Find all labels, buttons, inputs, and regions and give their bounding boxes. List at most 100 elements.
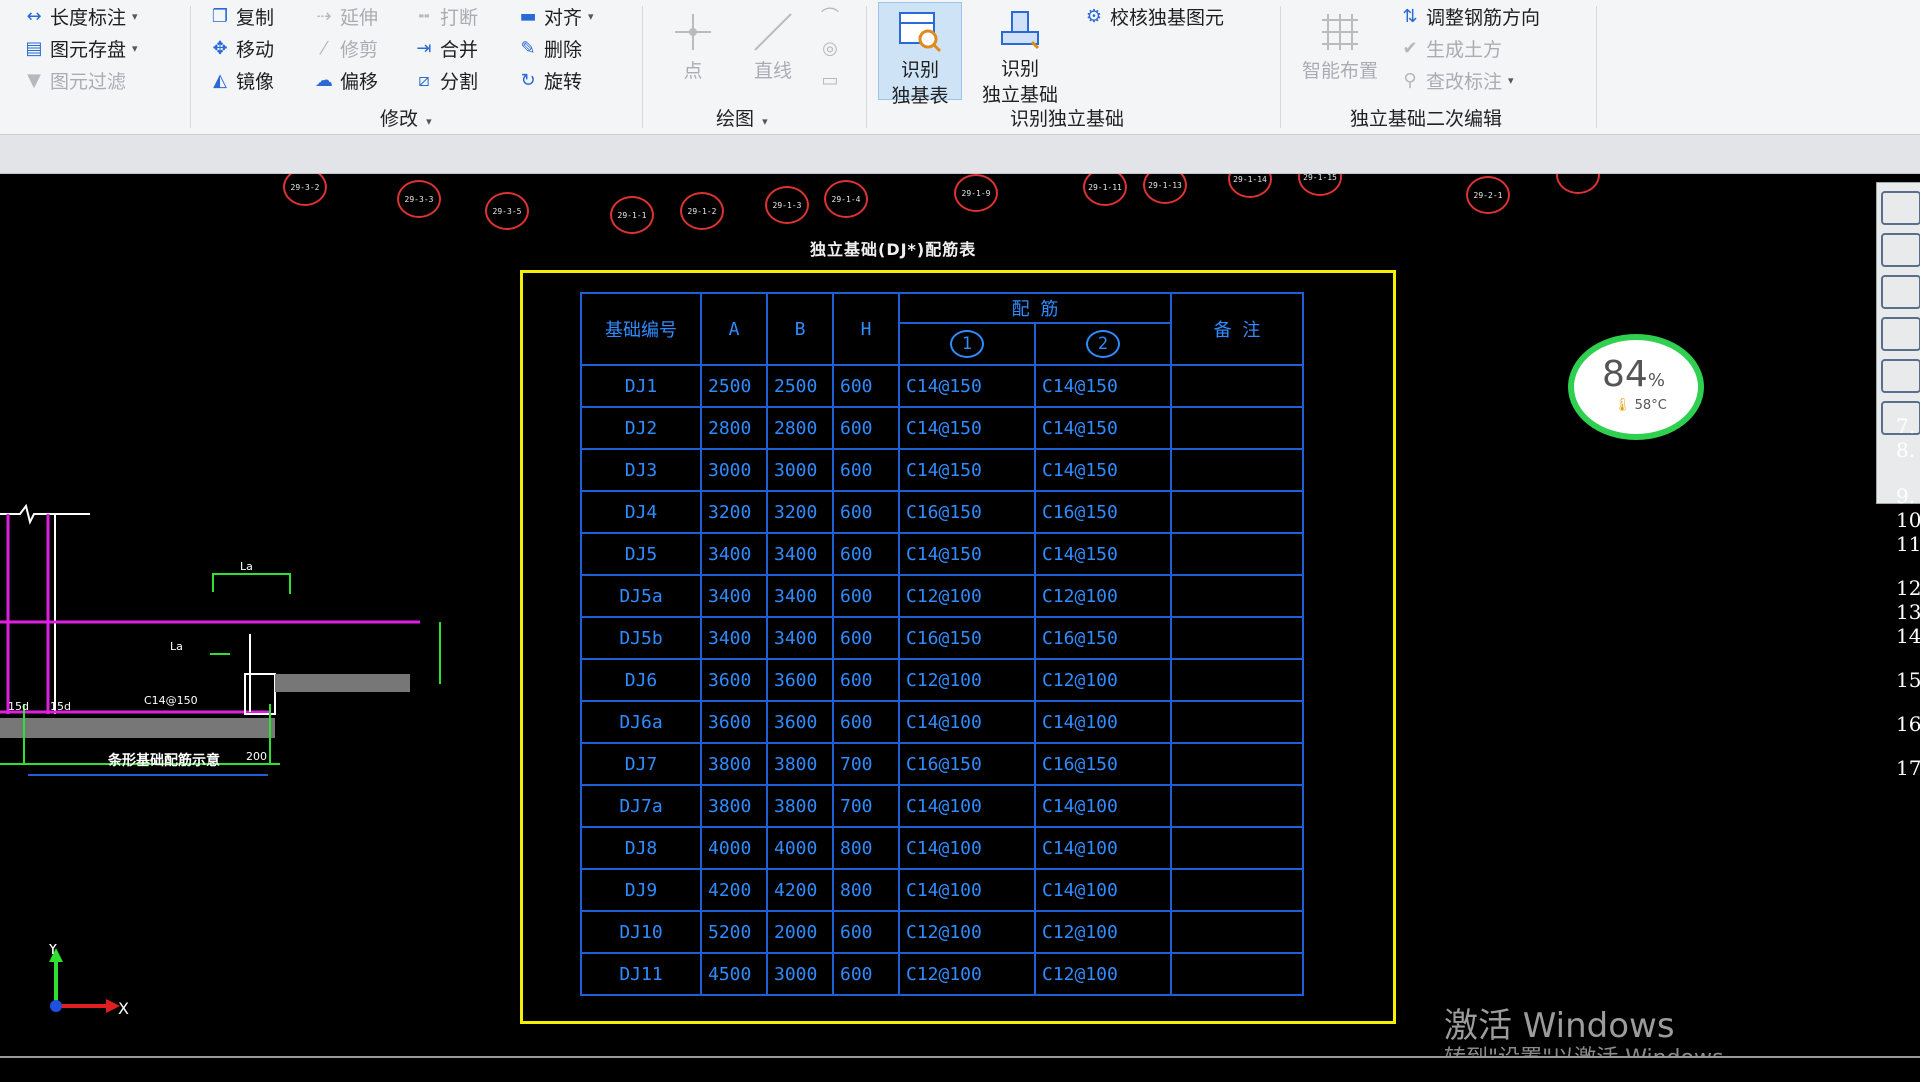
line-button[interactable]: 直线 xyxy=(740,4,806,84)
table-row[interactable]: DJ6a 3600 3600 600 C14@100 C14@100 xyxy=(580,700,1304,744)
box-view-icon[interactable] xyxy=(1881,317,1920,351)
axis-bubble: 29-2-1 xyxy=(1466,176,1510,214)
detail-underline xyxy=(28,774,268,776)
table-row[interactable]: DJ6 3600 3600 600 C12@100 C12@100 xyxy=(580,658,1304,702)
earthwork-icon: ✔ xyxy=(1402,37,1418,59)
top-view-icon[interactable] xyxy=(1881,275,1920,309)
merge-button[interactable]: ⇥ 合并 xyxy=(412,34,478,62)
table-cell-name: DJ5b xyxy=(580,616,702,660)
element-filter-button[interactable]: ▼ 图元过滤 xyxy=(22,66,126,94)
recognize-table-button[interactable]: 识别 独基表 xyxy=(878,2,962,107)
extend-button[interactable]: ⇢ 延伸 xyxy=(312,2,378,30)
table-row[interactable]: DJ10 5200 2000 600 C12@100 C12@100 xyxy=(580,910,1304,954)
table-row[interactable]: DJ9 4200 4200 800 C14@100 C14@100 xyxy=(580,868,1304,912)
table-cell-name: DJ5 xyxy=(580,532,702,576)
header-rebar-1: 1 xyxy=(898,322,1036,366)
table-row[interactable]: DJ3 3000 3000 600 C14@150 C14@150 xyxy=(580,448,1304,492)
table-cell-note xyxy=(1170,364,1304,408)
adjust-rebar-button[interactable]: ⇅ 调整钢筋方向 xyxy=(1398,2,1540,30)
offset-button[interactable]: ☁ 偏移 xyxy=(312,66,378,94)
cpu-usage-gauge[interactable]: 84% 🌡 58°C xyxy=(1568,334,1704,440)
offset-icon: ☁ xyxy=(315,69,333,91)
rotate-view-icon[interactable] xyxy=(1881,359,1920,393)
table-cell-note xyxy=(1170,574,1304,618)
rotate-button[interactable]: ↻ 旋转 xyxy=(516,66,582,94)
foundation-rebar-table[interactable]: 基础编号 A B H 配 筋 备 注 1 2 DJ1 2500 2500 600 C14… xyxy=(580,292,1304,996)
table-cell-r2: C14@100 xyxy=(1034,784,1172,828)
cad-canvas[interactable]: 29-3-2 29-3-3 29-3-5 29-1-1 29-1-2 29-1-… xyxy=(0,174,1920,1056)
table-cell-a: 4500 xyxy=(700,952,768,996)
element-save-button[interactable]: ▤ 图元存盘 ▾ xyxy=(22,34,137,62)
table-row[interactable]: DJ4 3200 3200 600 C16@150 C16@150 xyxy=(580,490,1304,534)
table-row[interactable]: DJ8 4000 4000 800 C14@100 C14@100 xyxy=(580,826,1304,870)
table-cell-b: 3800 xyxy=(766,784,834,828)
recognize-foundation-button[interactable]: 识别 独立基础 xyxy=(972,2,1068,108)
table-cell-name: DJ5a xyxy=(580,574,702,618)
check-foundation-button[interactable]: ⚙ 校核独基图元 xyxy=(1082,2,1224,30)
point-button[interactable]: 点 xyxy=(660,4,726,84)
row-number: 14. xyxy=(1896,624,1920,648)
copy-button[interactable]: ❐ 复制 xyxy=(208,2,274,30)
status-bar xyxy=(0,1056,1920,1082)
table-cell-b: 3400 xyxy=(766,616,834,660)
header-a: A xyxy=(700,292,768,366)
generate-earthwork-button[interactable]: ✔ 生成土方 xyxy=(1398,34,1502,62)
table-row[interactable]: DJ2 2800 2800 600 C14@150 C14@150 xyxy=(580,406,1304,450)
3d-view-icon[interactable] xyxy=(1881,233,1920,267)
rebar-label: C14@150 xyxy=(144,694,198,707)
rectangle-button[interactable]: ▭ xyxy=(818,66,842,94)
axis-bubble: 29-1-9 xyxy=(954,174,998,212)
table-cell-r2: C12@100 xyxy=(1034,658,1172,702)
break-button[interactable]: ╍ 打断 xyxy=(412,2,478,30)
table-cell-a: 4000 xyxy=(700,826,768,870)
align-button[interactable]: ▬ 对齐 ▾ xyxy=(516,2,593,30)
table-row[interactable]: DJ11 4500 3000 600 C12@100 C12@100 xyxy=(580,952,1304,996)
merge-icon: ⇥ xyxy=(416,37,432,59)
table-cell-b: 3000 xyxy=(766,448,834,492)
mirror-button[interactable]: ◭ 镜像 xyxy=(208,66,274,94)
table-cell-name: DJ6 xyxy=(580,658,702,702)
edit-annotation-button[interactable]: ⚲ 查改标注 ▾ xyxy=(1398,66,1513,94)
y-axis-label: Y xyxy=(47,944,58,958)
table-cell-b: 3600 xyxy=(766,658,834,702)
circle-button[interactable]: ◎ xyxy=(818,34,842,62)
activation-watermark-sub: 转到"设置"以激活 Windows。 xyxy=(1444,1040,1745,1056)
table-row[interactable]: DJ5b 3400 3400 600 C16@150 C16@150 xyxy=(580,616,1304,660)
table-cell-b: 4200 xyxy=(766,868,834,912)
move-button[interactable]: ✥ 移动 xyxy=(208,34,274,62)
strip-foundation-detail: La La C14@150 15d 15d 200 xyxy=(0,503,441,765)
row-number: 13. xyxy=(1896,600,1920,624)
table-cell-h: 800 xyxy=(832,868,900,912)
table-cell-b: 3800 xyxy=(766,742,834,786)
arc-button[interactable]: ⌒ xyxy=(818,2,842,30)
modify-group-label[interactable]: 修改 ▾ xyxy=(380,104,432,131)
draw-group-label[interactable]: 绘图 ▾ xyxy=(716,104,768,131)
table-cell-h: 600 xyxy=(832,910,900,954)
table-cell-note xyxy=(1170,784,1304,828)
check-icon: ⚙ xyxy=(1085,5,1103,27)
table-row[interactable]: DJ7a 3800 3800 700 C14@100 C14@100 xyxy=(580,784,1304,828)
orbit-icon[interactable] xyxy=(1881,191,1920,225)
split-button[interactable]: ⧄ 分割 xyxy=(412,66,478,94)
table-cell-h: 600 xyxy=(832,700,900,744)
table-row[interactable]: DJ5a 3400 3400 600 C12@100 C12@100 xyxy=(580,574,1304,618)
trim-button[interactable]: ⁄ 修剪 xyxy=(312,34,378,62)
table-title: 独立基础(DJ*)配筋表 xyxy=(810,240,977,259)
table-cell-note xyxy=(1170,700,1304,744)
break-icon: ╍ xyxy=(418,5,430,27)
delete-button[interactable]: ✎ 删除 xyxy=(516,34,582,62)
table-cell-r2: C16@150 xyxy=(1034,742,1172,786)
table-cell-note xyxy=(1170,532,1304,576)
table-cell-h: 600 xyxy=(832,574,900,618)
smart-layout-button[interactable]: 智能布置 xyxy=(1292,4,1388,84)
table-cell-r2: C14@150 xyxy=(1034,364,1172,408)
table-cell-b: 3000 xyxy=(766,952,834,996)
table-row[interactable]: DJ7 3800 3800 700 C16@150 C16@150 xyxy=(580,742,1304,786)
table-row[interactable]: DJ5 3400 3400 600 C14@150 C14@150 xyxy=(580,532,1304,576)
table-cell-r2: C12@100 xyxy=(1034,910,1172,954)
dimension-icon: ↔ xyxy=(26,5,42,27)
table-cell-a: 3600 xyxy=(700,700,768,744)
length-dimension-button[interactable]: ↔ 长度标注 ▾ xyxy=(22,2,137,30)
table-row[interactable]: DJ1 2500 2500 600 C14@150 C14@150 xyxy=(580,364,1304,408)
table-cell-a: 2800 xyxy=(700,406,768,450)
